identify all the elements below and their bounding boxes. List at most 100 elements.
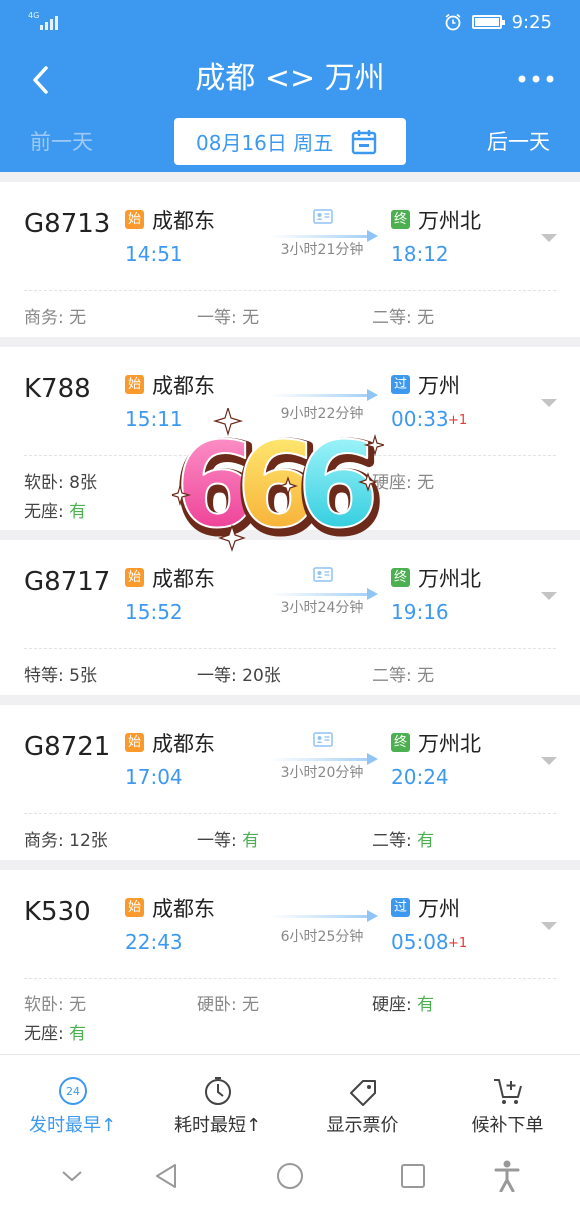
sort-earliest-departure-tab[interactable]: 24 发时最早↑ bbox=[0, 1055, 145, 1147]
alarm-icon bbox=[445, 13, 461, 31]
seat-availability: 特等: 5张 bbox=[24, 666, 97, 686]
tab-label: 候补下单 bbox=[471, 1115, 544, 1136]
nav-back-button[interactable] bbox=[150, 1160, 182, 1192]
cart-plus-icon bbox=[493, 1079, 522, 1104]
signal-icon: 4G bbox=[28, 12, 62, 30]
train-number: G8721 bbox=[24, 732, 111, 762]
triangle-back-icon bbox=[156, 1164, 176, 1188]
next-day-button[interactable]: 后一天 bbox=[487, 126, 550, 156]
passing-tag: 过 bbox=[391, 898, 410, 917]
hide-nav-button[interactable] bbox=[56, 1160, 88, 1192]
system-navigation-bar bbox=[0, 1146, 580, 1206]
chevron-down-icon[interactable] bbox=[540, 590, 558, 602]
seat-availability: 一等: 无 bbox=[197, 308, 260, 328]
status-time: 9:25 bbox=[511, 11, 552, 33]
header: 4G 9:25 成都 <> 万州 前一天 08月16日 周五 后一天 bbox=[0, 0, 580, 172]
seat-availability: 商务: 无 bbox=[24, 308, 87, 328]
seat-availability: 无座: 有 bbox=[24, 502, 87, 522]
id-card-icon bbox=[313, 209, 333, 224]
arrival-time: 19:16 bbox=[391, 600, 449, 624]
origin-tag: 始 bbox=[125, 210, 144, 229]
tab-label: 发时最早↑ bbox=[28, 1115, 117, 1136]
arrival-station: 万州 bbox=[418, 374, 460, 398]
departure-station: 成都东 bbox=[152, 374, 215, 398]
train-number: K530 bbox=[24, 897, 91, 927]
seat-availability: 二等: 有 bbox=[372, 831, 435, 851]
origin-tag: 始 bbox=[125, 898, 144, 917]
square-recents-icon bbox=[401, 1164, 425, 1188]
arrival-station: 万州北 bbox=[418, 209, 481, 233]
seat-availability: 软卧: 无 bbox=[24, 995, 87, 1015]
id-card-icon bbox=[313, 567, 333, 582]
chevron-down-icon bbox=[62, 1171, 82, 1182]
clock-24-icon: 24 bbox=[58, 1077, 87, 1105]
train-card[interactable]: K530 始 成都东 22:43 6小时25分钟 过 万州 05:08 +1 软… bbox=[0, 870, 580, 1054]
date-picker[interactable]: 08月16日 周五 bbox=[174, 118, 406, 165]
arrival-time: 18:12 bbox=[391, 242, 449, 266]
prev-day-button[interactable]: 前一天 bbox=[30, 126, 93, 156]
id-card-icon bbox=[313, 732, 333, 747]
seat-availability: 商务: 12张 bbox=[24, 831, 108, 851]
sticker-666: 6 6 6 6 6 6 bbox=[172, 408, 384, 556]
route-arrow-icon bbox=[270, 389, 378, 401]
next-day-mark: +1 bbox=[448, 413, 468, 428]
departure-station: 成都东 bbox=[152, 567, 215, 591]
departure-station: 成都东 bbox=[152, 732, 215, 756]
departure-time: 15:52 bbox=[125, 600, 183, 624]
arrival-station: 万州北 bbox=[418, 567, 481, 591]
more-button[interactable] bbox=[516, 62, 556, 96]
circle-home-icon bbox=[277, 1163, 303, 1189]
price-tag-icon bbox=[349, 1080, 376, 1106]
departure-station: 成都东 bbox=[152, 209, 215, 233]
bottom-action-bar: 24 发时最早↑ 耗时最短↑ 显示票价 候补下单 bbox=[0, 1054, 580, 1146]
travel-duration: 3小时20分钟 bbox=[280, 765, 364, 781]
train-card[interactable]: G8713 始 成都东 14:51 3小时21分钟 终 万州北 18:12 商务… bbox=[0, 182, 580, 337]
arrival-station: 万州北 bbox=[418, 732, 481, 756]
train-card[interactable]: G8721 始 成都东 17:04 3小时20分钟 终 万州北 20:24 商务… bbox=[0, 705, 580, 860]
terminus-tag: 终 bbox=[391, 568, 410, 587]
battery-icon bbox=[471, 15, 505, 29]
passing-tag: 过 bbox=[391, 375, 410, 394]
page-title: 成都 <> 万州 bbox=[195, 61, 385, 96]
seat-availability: 软卧: 8张 bbox=[24, 473, 97, 493]
chevron-down-icon[interactable] bbox=[540, 397, 558, 409]
departure-time: 17:04 bbox=[125, 765, 183, 789]
route-arrow-icon bbox=[270, 910, 378, 922]
departure-station: 成都东 bbox=[152, 897, 215, 921]
origin-tag: 始 bbox=[125, 568, 144, 587]
status-bar: 4G 9:25 bbox=[0, 0, 580, 44]
waitlist-order-tab[interactable]: 候补下单 bbox=[435, 1055, 580, 1147]
tab-label: 显示票价 bbox=[326, 1115, 399, 1136]
back-button[interactable] bbox=[20, 58, 60, 102]
chevron-down-icon[interactable] bbox=[540, 920, 558, 932]
origin-tag: 始 bbox=[125, 375, 144, 394]
departure-time: 14:51 bbox=[125, 242, 183, 266]
seat-availability: 二等: 无 bbox=[372, 308, 435, 328]
chevron-left-icon bbox=[33, 66, 48, 94]
chevron-down-icon[interactable] bbox=[540, 755, 558, 767]
seat-availability: 一等: 有 bbox=[197, 831, 260, 851]
seat-availability: 二等: 无 bbox=[372, 666, 435, 686]
arrival-time: 00:33 bbox=[391, 407, 449, 431]
train-card[interactable]: G8717 始 成都东 15:52 3小时24分钟 终 万州北 19:16 特等… bbox=[0, 540, 580, 695]
origin-tag: 始 bbox=[125, 733, 144, 752]
accessibility-button[interactable] bbox=[491, 1160, 523, 1192]
arrival-time: 20:24 bbox=[391, 765, 449, 789]
arrival-time: 05:08 bbox=[391, 930, 449, 954]
train-number: G8713 bbox=[24, 209, 111, 239]
seat-availability: 硬卧: 无 bbox=[197, 995, 260, 1015]
chevron-down-icon[interactable] bbox=[540, 232, 558, 244]
date-label: 08月16日 周五 bbox=[196, 131, 334, 155]
stopwatch-icon bbox=[204, 1077, 231, 1105]
show-price-tab[interactable]: 显示票价 bbox=[290, 1055, 435, 1147]
sort-shortest-duration-tab[interactable]: 耗时最短↑ bbox=[145, 1055, 290, 1147]
network-type: 4G bbox=[28, 11, 40, 20]
nav-recents-button[interactable] bbox=[397, 1160, 429, 1192]
calendar-icon bbox=[352, 129, 377, 154]
terminus-tag: 终 bbox=[391, 210, 410, 229]
terminus-tag: 终 bbox=[391, 733, 410, 752]
departure-time: 22:43 bbox=[125, 930, 183, 954]
more-dots-icon bbox=[518, 75, 554, 83]
next-day-mark: +1 bbox=[448, 936, 468, 951]
nav-home-button[interactable] bbox=[274, 1160, 306, 1192]
